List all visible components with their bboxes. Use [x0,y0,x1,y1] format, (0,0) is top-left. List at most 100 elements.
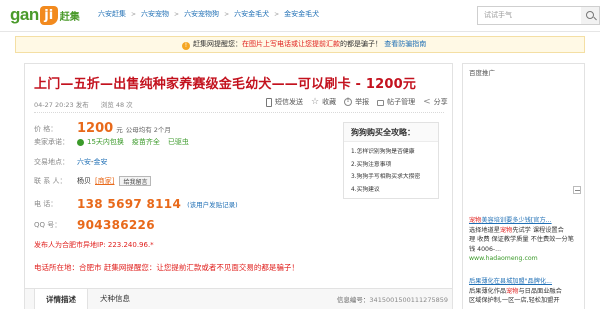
phone-number: 138 5697 8114 [77,197,182,211]
ad-description: 理 收费 保证教学质量 不住费效一分笔 [469,236,574,243]
ad-desc-text: 选择地道星 [469,226,500,234]
notice-highlight: 在图片上写电话或让您提前汇款 [242,40,340,48]
sms-send-button[interactable]: 短信发送 [266,97,303,107]
breadcrumb-item[interactable]: 金安金毛犬 [284,9,319,19]
ad-item[interactable]: 宠物美容培训要多少钱[官方... 选择地道星宠物先试学 课程设置合 理 收费 保… [469,216,583,264]
location-label: 交易地点： [34,158,69,166]
contact-name: 杨贝 [77,177,91,185]
breadcrumb: 六安赶集 > 六安宠物 > 六安宠物狗 > 六安金毛犬 > 金安金毛犬 [98,9,319,19]
favorite-label: 收藏 [322,98,337,106]
promise-item: 15天内包换 [77,137,124,147]
post-number-label: 信息编号： [336,296,370,304]
action-bar: 短信发送 ☆收藏 举报 帖子管理 <分享 [266,97,448,107]
notice-prefix: 赶集网提醒您： [193,40,242,48]
promise-text: 15天内包换 [87,138,124,146]
ad-headline[interactable]: 宠物美容培训要多少钱[官方... [469,216,583,226]
divider [34,112,444,113]
breadcrumb-separator-icon: > [224,10,230,18]
fraud-guide-link[interactable]: 查看防骗指南 [384,40,426,48]
merchant-badge[interactable]: [商家] [95,176,114,186]
phone-label: 电 话： [34,200,58,208]
breadcrumb-item[interactable]: 六安金毛犬 [234,9,269,19]
qq-number: 904386226 [77,218,155,232]
post-number: 信息编号：3415001500111275859 [337,289,448,309]
ip-notice: 发布人为合肥市异地IP: 223.240.96.* [34,241,154,249]
lock-icon [377,100,385,106]
search-icon[interactable] [581,6,600,25]
buying-guide-item[interactable]: 3.狗狗手写相购买求大攒密 [351,171,438,184]
check-icon [77,138,84,146]
price-unit: 元 [116,125,123,134]
contact-row: 联 系 人： 杨贝 [商家] 给我留言 [34,176,152,186]
sms-send-label: 短信发送 [275,98,303,106]
notice-suffix: 的都是骗子！ [340,40,382,48]
breadcrumb-item[interactable]: 六安赶集 [98,9,126,19]
buying-guide-title: 狗狗购买全攻略： [344,123,438,142]
post-number-value: 3415001500111275859 [369,296,448,304]
promise-item: 疫苗齐全 [132,137,160,147]
tab-details[interactable]: 详情描述 [34,288,88,309]
leave-message-label: 给我留言 [123,178,148,186]
leave-message-button[interactable]: 给我留言 [119,176,152,186]
promise-item: 已驱虫 [168,137,189,147]
ad-title: 百度推广 [469,69,495,77]
manage-post-button[interactable]: 帖子管理 [377,97,415,107]
location-area-link[interactable]: 金安 [94,157,108,167]
promise-text: 疫苗齐全 [131,138,160,146]
detail-tabs: 详情描述 犬种信息 信息编号：3415001500111275859 [25,288,452,309]
ad-keyword: 宠物 [469,217,482,224]
ad-desc-text: 与日品面业融合 [518,287,562,295]
logo-badge: ji [39,5,58,25]
buying-guide-box: 狗狗购买全攻略： 1.怎样识别狗狗是否健康 2.买狗注意事项 3.狗狗手写相购买… [343,122,439,199]
ad-description: 区域保护制,一区一店,轻松加盟开 [469,297,560,304]
ad-headline-text: 美容培训要多少钱[官方... [481,217,552,224]
favorite-button[interactable]: ☆ 收藏 [311,97,336,107]
ad-desc-text: 先试学 课程设置合 [512,226,564,234]
warning-icon: ! [182,42,190,50]
promise-label: 卖家承诺： [34,138,69,146]
ad-description: 后果薄化作品宠物与日品面业融合 [469,287,583,297]
ad-keyword: 宠物 [499,226,513,234]
listing-title: 上门—五折—出售纯种家养赛级金毛幼犬——可以刷卡 - 1200元 [34,77,417,92]
ad-url[interactable]: www.hadaomeng.com [469,254,583,264]
posting-history-link[interactable]: (该用户发贴记录) [187,199,238,209]
collapse-icon[interactable] [573,186,581,194]
buying-guide-item[interactable]: 4.买狗建议 [351,184,438,197]
site-logo[interactable]: gan ji 赶集 [10,5,80,25]
buying-guide-item[interactable]: 2.买狗注意事项 [351,159,438,172]
ad-item[interactable]: 后果薄化在县城加盟"品牌化... 后果薄化作品宠物与日品面业融合 区域保护制,一… [469,277,583,306]
price-extra: 公母均有 2个月 [125,125,171,134]
price-label: 价 格： [34,124,58,133]
contact-label: 联 系 人： [34,177,67,185]
price-row: 价 格： 1200 元 公母均有 2个月 [34,121,171,136]
ad-desc-text: 后果薄化作品 [469,287,507,295]
ad-headline[interactable]: 后果薄化在县城加盟"品牌化... [469,277,583,287]
qq-label: QQ 号： [34,221,62,229]
warning-row: 电话所在地：合肥市 赶集网提醒您：让您提前汇款或者不见面交易的都是骗子！ [34,262,299,273]
breadcrumb-item[interactable]: 六安宠物狗 [184,9,219,19]
listing-meta: 04-27 20:23 发布 浏览 48 次 [34,99,133,109]
phone-row: 电 话： 138 5697 8114 (该用户发贴记录) [34,197,238,211]
search-input[interactable]: 试试手气 [477,6,582,25]
location-city-link[interactable]: 六安 [77,157,91,167]
breadcrumb-separator-icon: > [174,10,180,18]
logo-cn: 赶集 [59,11,80,23]
top-bar: gan ji 赶集 六安赶集 > 六安宠物 > 六安宠物狗 > 六安金毛犬 > … [0,0,600,32]
report-button[interactable]: 举报 [344,97,369,107]
baidu-ad-panel: 百度推广 宠物美容培训要多少钱[官方... 选择地道星宠物先试学 课程设置合 理… [462,63,585,309]
buying-guide-item[interactable]: 1.怎样识别狗狗是否健康 [351,146,438,159]
buying-guide-list: 1.怎样识别狗狗是否健康 2.买狗注意事项 3.狗狗手写相购买求大攒密 4.买狗… [344,142,438,196]
ip-row: 发布人为合肥市异地IP: 223.240.96.* [34,240,154,250]
share-button[interactable]: < 分享 [423,97,448,107]
report-label: 举报 [355,98,370,106]
breadcrumb-separator-icon: > [131,10,137,18]
tab-breed-info[interactable]: 犬种信息 [93,288,137,309]
ad-keyword: 宠物 [506,287,519,295]
phone-icon [266,97,272,107]
report-icon [344,97,353,106]
breadcrumb-item[interactable]: 六安宠物 [141,9,169,19]
location-row: 交易地点： 六安 - 金安 [34,157,108,167]
qq-row: QQ 号： 904386226 [34,218,155,232]
share-icon: < [423,97,431,107]
manage-post-label: 帖子管理 [387,98,416,106]
